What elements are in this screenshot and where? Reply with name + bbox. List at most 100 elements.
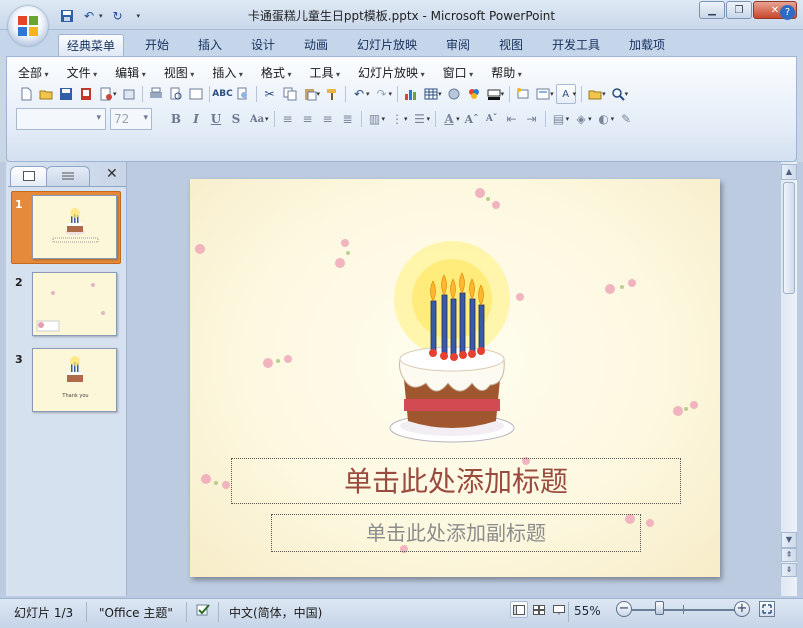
language-status[interactable]: 中文(简体，中国) [229,604,322,621]
tab-slides[interactable] [10,166,48,186]
restore-button[interactable]: ❐ [726,1,752,19]
scroll-up-icon[interactable]: ▲ [781,164,797,180]
shape-fill-dropdown-icon[interactable]: ▾ [611,115,615,123]
align-right-icon[interactable]: ≡ [318,109,338,129]
arrange-dropdown-icon[interactable]: ▾ [566,115,570,123]
print-icon[interactable] [146,84,166,104]
slide-canvas[interactable]: 单击此处添加标题 单击此处添加副标题 [190,179,720,577]
chart-icon[interactable] [401,84,421,104]
title-placeholder[interactable]: 单击此处添加标题 [231,458,681,504]
cut-icon[interactable]: ✂ [260,84,280,104]
paste-dropdown-icon[interactable]: ▾ [317,90,321,98]
menu-help[interactable]: 帮助 [487,64,528,80]
clip-art-icon[interactable] [444,84,464,104]
fit-to-window-icon[interactable] [759,601,775,617]
zoom-out-icon[interactable]: − [616,601,632,617]
italic-icon[interactable]: I [186,109,206,129]
tab-slideshow[interactable]: 幻灯片放映 [349,34,425,56]
toolbar-separator [360,111,362,127]
increase-indent-icon[interactable]: ⇥ [522,109,542,129]
shadow-icon[interactable]: S [226,109,246,129]
spelling-icon[interactable]: ABC [212,84,232,104]
subtitle-placeholder[interactable]: 单击此处添加副标题 [271,514,641,552]
tab-outline[interactable] [46,166,90,186]
next-slide-icon[interactable]: ⇟ [781,563,797,577]
copy-icon[interactable] [280,84,300,104]
menu-slideshow[interactable]: 幻灯片放映 [354,64,431,80]
email-dropdown-icon[interactable]: ▾ [113,90,117,98]
research-icon[interactable] [233,84,253,104]
minimize-button[interactable]: ▁ [699,1,725,19]
pane-close-icon[interactable]: ✕ [106,166,118,182]
table-dropdown-icon[interactable]: ▾ [438,90,442,98]
format-painter-icon[interactable] [322,84,342,104]
font-name-combo[interactable] [16,108,106,130]
bullets-dropdown-icon[interactable]: ▾ [427,115,431,123]
zoom-slider-knob[interactable] [655,601,664,615]
fill-color-dropdown-icon[interactable]: ▾ [501,90,505,98]
tab-insert[interactable]: 插入 [190,34,230,56]
permission-icon[interactable] [76,84,96,104]
change-case-dropdown-icon[interactable]: ▾ [265,115,269,123]
menu-insert[interactable]: 插入 [208,64,249,80]
text-box-dropdown-icon[interactable]: ▾ [573,90,577,98]
folder-dropdown-icon[interactable]: ▾ [602,90,606,98]
save-icon[interactable] [56,84,76,104]
zoom-in-icon[interactable]: + [734,601,750,617]
scroll-down-icon[interactable]: ▼ [781,532,797,548]
spell-check-icon[interactable] [196,603,212,617]
open-icon[interactable] [36,84,56,104]
slide-sorter-icon[interactable] [530,601,548,618]
menu-all[interactable]: 全部 [14,64,55,80]
zoom-dropdown-icon[interactable]: ▾ [625,90,629,98]
undo-dropdown-icon[interactable]: ▾ [366,90,370,98]
menu-window[interactable]: 窗口 [439,64,480,80]
redo-dropdown-icon[interactable]: ▾ [389,90,393,98]
menu-format[interactable]: 格式 [257,64,298,80]
tab-view[interactable]: 视图 [491,34,531,56]
layout-dropdown-icon[interactable]: ▾ [550,90,554,98]
scrollbar-thumb[interactable] [783,182,795,294]
shrink-font-icon[interactable]: Aˇ [482,109,502,129]
office-button[interactable] [8,6,48,46]
zoom-slider-track[interactable] [632,609,736,611]
font-color-dropdown-icon[interactable]: ▾ [456,115,460,123]
tab-developer[interactable]: 开发工具 [544,34,608,56]
tab-review[interactable]: 审阅 [438,34,478,56]
bold-icon[interactable]: B [166,109,186,129]
help-icon[interactable]: ? [780,5,795,20]
normal-view-icon[interactable] [510,601,528,618]
menu-edit[interactable]: 编辑 [111,64,152,80]
numbering-dropdown-icon[interactable]: ▾ [404,115,408,123]
columns-dropdown-icon[interactable]: ▾ [382,115,386,123]
menu-file[interactable]: 文件 [63,64,104,80]
shape-outline-icon[interactable]: ✎ [616,109,636,129]
decrease-indent-icon[interactable]: ⇤ [502,109,522,129]
slide-view-icon[interactable] [186,84,206,104]
new-icon[interactable] [16,84,36,104]
justify-icon[interactable]: ≣ [338,109,358,129]
slide-thumbnail-2[interactable] [32,272,117,336]
grow-font-icon[interactable]: Aˆ [462,109,482,129]
tab-design[interactable]: 设计 [243,34,283,56]
underline-icon[interactable]: U [206,109,226,129]
previous-slide-icon[interactable]: ⇞ [781,548,797,562]
zoom-level[interactable]: 55% [574,604,601,618]
menu-tools[interactable]: 工具 [305,64,346,80]
new-slide-icon[interactable] [513,84,533,104]
color-grayscale-icon[interactable] [464,84,484,104]
tab-animations[interactable]: 动画 [296,34,336,56]
tab-home[interactable]: 开始 [137,34,177,56]
align-left-icon[interactable]: ≡ [278,109,298,129]
quick-styles-dropdown-icon[interactable]: ▾ [588,115,592,123]
tab-classic-menu[interactable]: 经典菜单 [58,34,125,56]
font-size-combo[interactable]: 72 [110,108,152,130]
slide-thumbnail-3[interactable]: Thank you [32,348,117,412]
menu-view[interactable]: 视图 [160,64,201,80]
slideshow-icon[interactable] [550,601,568,618]
slide-thumbnail-1[interactable] [32,195,117,259]
publish-icon[interactable] [119,84,139,104]
tab-addins[interactable]: 加载项 [621,34,673,56]
align-center-icon[interactable]: ≡ [298,109,318,129]
print-preview-icon[interactable] [166,84,186,104]
